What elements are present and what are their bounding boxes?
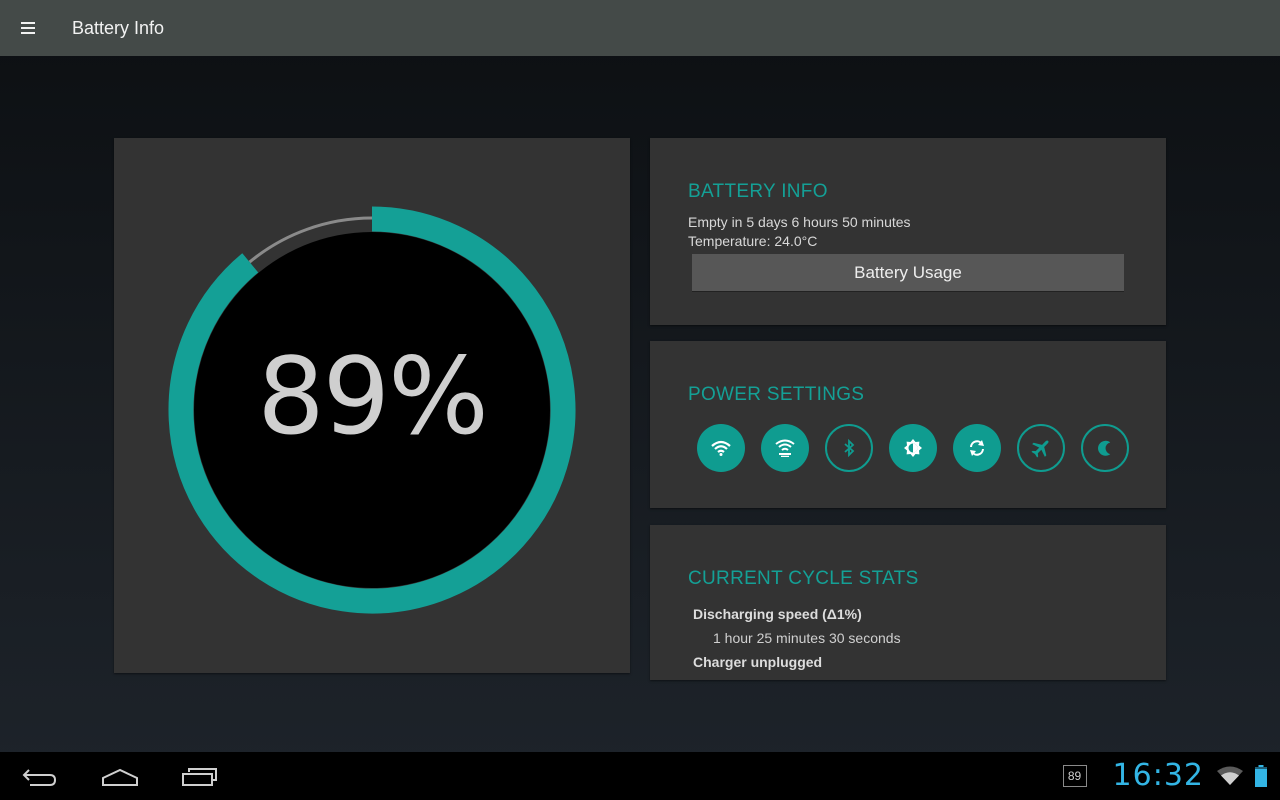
back-arrow-icon	[22, 769, 57, 786]
battery-gauge-card: 89%	[114, 138, 630, 673]
battery-status-icon	[1255, 765, 1267, 787]
wifi-hotspot-icon	[775, 439, 795, 457]
cycle-stats-title: CURRENT CYCLE STATS	[688, 568, 919, 589]
wifi-toggle[interactable]	[697, 424, 745, 472]
night-mode-toggle[interactable]	[1081, 424, 1129, 472]
app-title: Battery Info	[72, 17, 165, 38]
battery-info-card: BATTERY INFO Empty in 5 days 6 hours 50 …	[650, 138, 1166, 325]
hamburger-icon	[21, 22, 35, 34]
power-settings-title: POWER SETTINGS	[688, 384, 865, 405]
charger-unplugged-label: Charger unplugged	[693, 654, 823, 670]
recent-apps-icon	[182, 768, 217, 786]
home-button[interactable]	[92, 760, 148, 794]
system-nav-bar: 89 16:32	[0, 752, 1280, 800]
auto-sync-toggle[interactable]	[953, 424, 1001, 472]
power-settings-card: POWER SETTINGS	[650, 341, 1166, 508]
status-clock: 16:32	[1112, 758, 1204, 793]
airplane-mode-toggle[interactable]	[1017, 424, 1065, 472]
airplane-icon	[1031, 440, 1049, 458]
back-button[interactable]	[12, 760, 68, 794]
wifi-signal-icon	[1217, 766, 1243, 785]
battery-info-title: BATTERY INFO	[688, 181, 828, 202]
sync-icon	[970, 440, 984, 456]
home-icon	[102, 768, 138, 786]
wifi-icon	[711, 440, 731, 456]
moon-icon	[1098, 440, 1111, 456]
cycle-stats-card: CURRENT CYCLE STATS Discharging speed (Δ…	[650, 525, 1166, 680]
action-bar: Battery Info	[0, 0, 1280, 56]
bluetooth-toggle[interactable]	[825, 424, 873, 472]
discharging-speed-value: 1 hour 25 minutes 30 seconds	[713, 630, 901, 646]
status-area[interactable]: 89 16:32	[1062, 752, 1268, 800]
power-toggles	[697, 424, 1145, 472]
wifi-hotspot-toggle[interactable]	[761, 424, 809, 472]
battery-usage-button[interactable]: Battery Usage	[692, 254, 1124, 291]
discharging-speed-label: Discharging speed (Δ1%)	[693, 606, 862, 622]
battery-level-badge: 89	[1062, 765, 1087, 787]
empty-in-text: Empty in 5 days 6 hours 50 minutes	[688, 214, 911, 230]
battery-percentage: 89%	[257, 335, 489, 458]
menu-button[interactable]	[0, 0, 56, 56]
brightness-toggle[interactable]	[889, 424, 937, 472]
bluetooth-icon	[844, 439, 855, 457]
temperature-text: Temperature: 24.0°C	[688, 233, 818, 249]
brightness-icon	[904, 439, 922, 457]
recent-apps-button[interactable]	[172, 760, 228, 794]
